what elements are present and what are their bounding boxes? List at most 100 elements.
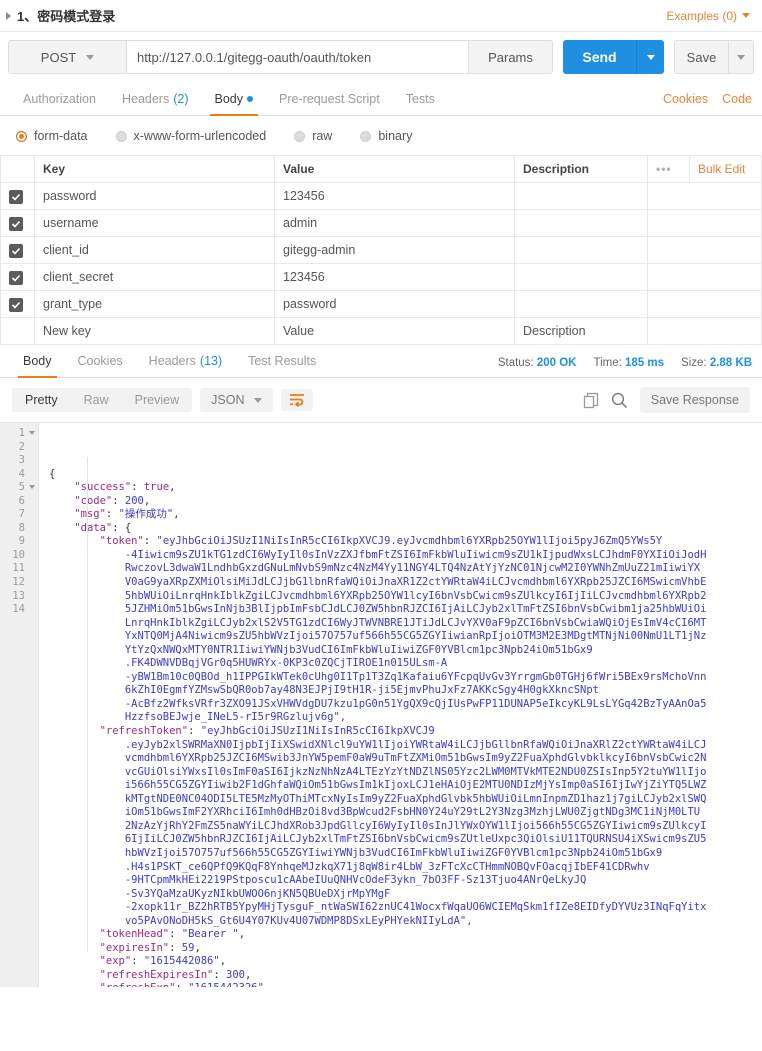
view-mode-raw[interactable]: Raw (71, 388, 122, 412)
tab-pre-request-script[interactable]: Pre-request Script (266, 92, 393, 115)
body-type-binary[interactable]: binary (360, 129, 412, 143)
new-row-checkbox[interactable] (1, 318, 35, 345)
status-meta: Status: 200 OK (498, 357, 577, 369)
row-value[interactable]: password (275, 291, 515, 318)
row-description[interactable] (515, 264, 648, 291)
response-json-code[interactable]: { "success": true, "code": 200, "msg": "… (38, 423, 762, 987)
line-number-gutter: 1234567891011121314 (0, 423, 38, 987)
code-line: YtYzQxNWQxMTY0NTR1IiwiYWNjb3VudCI6ImFkbW… (49, 644, 762, 658)
view-mode-pretty[interactable]: Pretty (12, 388, 71, 412)
table-row[interactable]: password 123456 (1, 183, 762, 210)
row-value[interactable]: gitegg-admin (275, 237, 515, 264)
body-type-urlencoded[interactable]: x-www-form-urlencoded (116, 129, 267, 143)
fold-caret-icon[interactable] (29, 485, 35, 489)
code-line: kMTgtNDE0NC04ODI5LTE5MzMyOThiMTcxNyIsIm9… (49, 793, 762, 807)
response-tabs: Body Cookies Headers (13) Test Results S… (0, 345, 762, 378)
response-tab-headers[interactable]: Headers (13) (136, 354, 235, 377)
tab-tests[interactable]: Tests (393, 92, 448, 115)
code-link[interactable]: Code (722, 92, 752, 106)
row-value[interactable]: 123456 (275, 264, 515, 291)
tab-headers[interactable]: Headers (2) (109, 92, 202, 115)
row-key[interactable]: client_id (35, 237, 275, 264)
row-actions (648, 183, 762, 210)
checkbox-checked-icon (9, 244, 23, 258)
fold-caret-icon[interactable] (29, 431, 35, 435)
code-line: -4Iiwicm9sZU1kTG1zdCI6WyIyIl0sInVzZXJfbm… (49, 549, 762, 563)
response-tab-cookies[interactable]: Cookies (65, 354, 136, 377)
copy-icon (583, 392, 599, 409)
response-body-editor[interactable]: 1234567891011121314 { "success": true, "… (0, 422, 762, 987)
code-line: LnrqHnkIblkZgiLCJyb2xlS2V5TG1zdCI6WyJTWV… (49, 617, 762, 631)
new-value-input[interactable]: Value (275, 318, 515, 345)
line-number: 3 (0, 454, 38, 468)
line-number: 13 (0, 590, 38, 604)
response-meta: Status: 200 OK Time: 185 ms Size: 2.88 K… (498, 357, 752, 377)
save-response-button[interactable]: Save Response (640, 387, 750, 413)
body-type-form-data[interactable]: form-data (16, 129, 88, 143)
tab-authorization[interactable]: Authorization (10, 92, 109, 115)
table-row[interactable]: grant_type password (1, 291, 762, 318)
view-mode-preview[interactable]: Preview (122, 388, 192, 412)
size-value: 2.88 KB (710, 357, 752, 369)
chevron-down-icon (737, 55, 745, 60)
row-description[interactable] (515, 237, 648, 264)
row-checkbox[interactable] (1, 264, 35, 291)
time-value: 185 ms (625, 357, 664, 369)
response-tab-test-results[interactable]: Test Results (235, 354, 329, 377)
bulk-edit-button[interactable]: Bulk Edit (690, 156, 762, 183)
response-toolbar-right: Save Response (583, 387, 750, 413)
row-key[interactable]: username (35, 210, 275, 237)
tab-body[interactable]: Body (202, 92, 267, 115)
code-line: -yBW1Bm10c0QBOd_h1IPPGIkWTek0cUhg0I1Tp1T… (49, 671, 762, 685)
url-input[interactable]: http://127.0.0.1/gitegg-oauth/oauth/toke… (126, 40, 469, 74)
table-options-button[interactable]: ••• (648, 156, 690, 183)
collapse-caret-icon[interactable] (6, 12, 11, 20)
row-key[interactable]: client_secret (35, 264, 275, 291)
params-button[interactable]: Params (469, 40, 553, 74)
table-row[interactable]: client_id gitegg-admin (1, 237, 762, 264)
time-label: Time: (593, 357, 621, 369)
row-checkbox[interactable] (1, 210, 35, 237)
search-button[interactable] (611, 392, 628, 409)
new-description-input[interactable]: Description (515, 318, 648, 345)
code-line: "expiresIn": 59, (49, 942, 762, 956)
save-button[interactable]: Save (674, 40, 728, 74)
row-description[interactable] (515, 183, 648, 210)
row-checkbox[interactable] (1, 237, 35, 264)
radio-icon (116, 131, 127, 142)
line-number: 1 (0, 427, 38, 441)
code-line: i566h55CG5ZGYIiwib2F1dGhfaWQiOm51bGwsIm1… (49, 779, 762, 793)
row-key[interactable]: grant_type (35, 291, 275, 318)
row-description[interactable] (515, 291, 648, 318)
radio-icon (16, 131, 27, 142)
row-checkbox[interactable] (1, 183, 35, 210)
save-options-button[interactable] (728, 40, 754, 74)
send-button[interactable]: Send (563, 40, 636, 74)
tab-label: Body (215, 92, 244, 106)
radio-icon (360, 131, 371, 142)
method-select[interactable]: POST (8, 40, 126, 74)
header-value: Value (275, 156, 515, 183)
wrap-lines-button[interactable] (281, 389, 313, 411)
format-select[interactable]: JSON (200, 388, 273, 412)
code-line: "refreshExp": "1615442326" (49, 982, 762, 987)
response-tab-body[interactable]: Body (10, 354, 65, 377)
cookies-link[interactable]: Cookies (663, 92, 708, 106)
body-type-raw[interactable]: raw (294, 129, 332, 143)
view-mode-group: Pretty Raw Preview (12, 388, 192, 412)
table-row[interactable]: username admin (1, 210, 762, 237)
examples-dropdown[interactable]: Examples (0) (666, 9, 750, 23)
line-number: 4 (0, 468, 38, 482)
table-new-row[interactable]: New key Value Description (1, 318, 762, 345)
row-key[interactable]: password (35, 183, 275, 210)
send-options-button[interactable] (636, 40, 664, 74)
copy-button[interactable] (583, 392, 599, 409)
table-row[interactable]: client_secret 123456 (1, 264, 762, 291)
new-key-input[interactable]: New key (35, 318, 275, 345)
code-line: "exp": "1615442086", (49, 955, 762, 969)
row-checkbox[interactable] (1, 291, 35, 318)
row-description[interactable] (515, 210, 648, 237)
row-value[interactable]: 123456 (275, 183, 515, 210)
code-line: V0aG9yaXRpZXMiOlsiMiJdLCJjbG1lbnRfaWQiOi… (49, 576, 762, 590)
row-value[interactable]: admin (275, 210, 515, 237)
